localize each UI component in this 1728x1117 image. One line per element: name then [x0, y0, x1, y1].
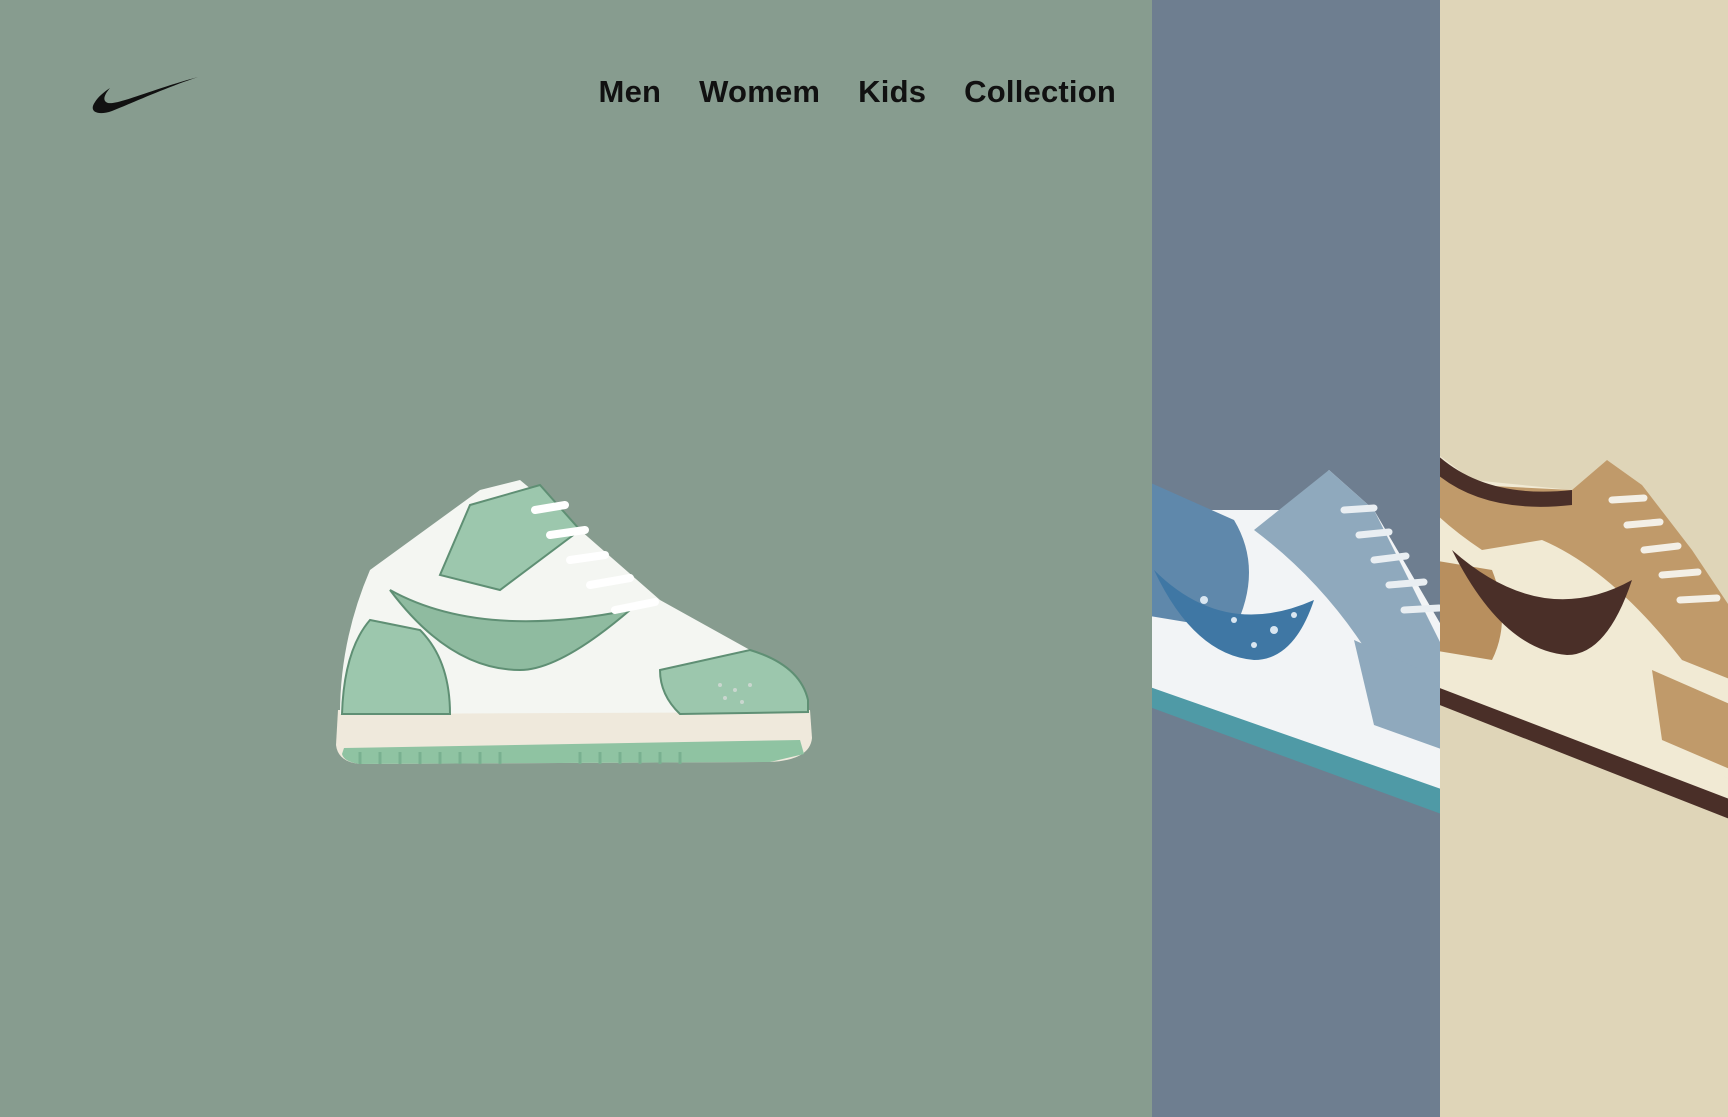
high-top-sneaker-icon[interactable]: [330, 470, 820, 770]
product-panel-tan[interactable]: [1440, 0, 1728, 1117]
nav-item-women[interactable]: Womem: [699, 74, 820, 110]
featured-product-panel[interactable]: Men Womem Kids Collection: [0, 0, 1152, 1117]
product-panel-blue[interactable]: [1152, 0, 1440, 1117]
main-nav: Men Womem Kids Collection: [599, 74, 1116, 110]
nav-item-men[interactable]: Men: [599, 74, 662, 110]
low-top-sneaker-icon[interactable]: [1440, 440, 1728, 820]
low-top-sneaker-icon[interactable]: [1152, 450, 1440, 830]
page: Men Womem Kids Collection: [0, 0, 1728, 1117]
nav-item-collection[interactable]: Collection: [964, 74, 1116, 110]
swoosh-logo-icon[interactable]: [90, 74, 200, 116]
nav-item-kids[interactable]: Kids: [858, 74, 926, 110]
